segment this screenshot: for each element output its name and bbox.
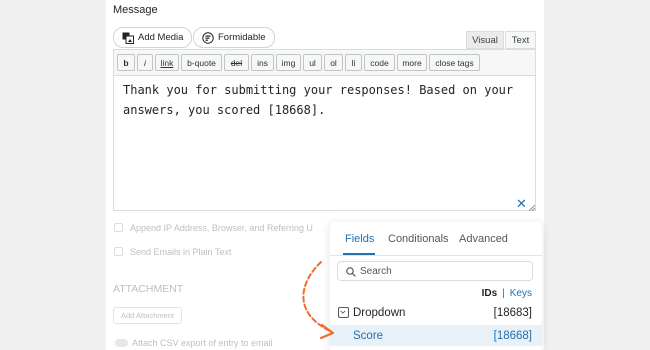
quicktags-toolbar: b i link b-quote del ins img ul ol li co…: [114, 50, 535, 76]
ids-option[interactable]: IDs: [482, 288, 498, 299]
qt-link-button[interactable]: link: [155, 54, 179, 71]
qt-li-button[interactable]: li: [345, 54, 362, 71]
add-media-label: Add Media: [138, 32, 184, 43]
qt-del-button[interactable]: del: [224, 54, 249, 71]
field-name: Dropdown: [353, 306, 406, 319]
tab-fields[interactable]: Fields: [345, 233, 374, 245]
fields-popup: Fields Conditionals Advanced IDs | Keys …: [330, 222, 542, 350]
qt-ul-button[interactable]: ul: [303, 54, 322, 71]
tab-advanced[interactable]: Advanced: [459, 233, 508, 245]
ids-keys-separator: |: [502, 288, 505, 299]
keys-option[interactable]: Keys: [510, 288, 532, 299]
resize-handle-icon[interactable]: [528, 204, 535, 211]
qt-close-tags-button[interactable]: close tags: [429, 54, 480, 71]
tabs-divider: [330, 255, 542, 256]
ids-keys-toggle: IDs | Keys: [482, 288, 532, 299]
qt-bold-button[interactable]: b: [117, 54, 135, 71]
field-id: [18683]: [493, 306, 532, 319]
add-media-icon: [122, 32, 134, 44]
dropdown-field-icon: [338, 307, 349, 318]
qt-code-button[interactable]: code: [364, 54, 395, 71]
message-editor[interactable]: b i link b-quote del ins img ul ol li co…: [113, 49, 536, 211]
qt-bquote-button[interactable]: b-quote: [181, 54, 222, 71]
qt-italic-button[interactable]: i: [137, 54, 153, 71]
tab-visual[interactable]: Visual: [466, 31, 504, 49]
search-input[interactable]: [360, 264, 525, 278]
field-id: [18668]: [493, 329, 532, 342]
field-name: Score: [353, 329, 384, 342]
attachment-heading: ATTACHMENT: [113, 283, 184, 295]
qt-img-button[interactable]: img: [276, 54, 301, 71]
plain-text-checkbox[interactable]: [114, 247, 123, 256]
qt-ins-button[interactable]: ins: [251, 54, 274, 71]
plain-text-label: Send Emails in Plain Text: [130, 247, 232, 257]
formidable-button[interactable]: Formidable: [193, 27, 275, 48]
attach-csv-toggle[interactable]: [115, 339, 128, 347]
append-ip-label: Append IP Address, Browser, and Referrin…: [130, 223, 313, 233]
field-row-dropdown[interactable]: Dropdown [18683]: [330, 302, 542, 323]
search-icon: [346, 267, 356, 277]
append-ip-checkbox[interactable]: [114, 223, 123, 232]
close-icon[interactable]: ✕: [516, 197, 527, 210]
field-search[interactable]: [337, 261, 533, 281]
qt-more-button[interactable]: more: [397, 54, 427, 71]
attach-csv-label: Attach CSV export of entry to email: [132, 338, 273, 348]
tab-conditionals[interactable]: Conditionals: [388, 233, 449, 245]
qt-ol-button[interactable]: ol: [324, 54, 343, 71]
field-row-score[interactable]: Score [18668]: [330, 325, 542, 346]
tab-text[interactable]: Text: [505, 31, 536, 49]
add-media-button[interactable]: Add Media: [113, 27, 193, 48]
formidable-icon: [202, 31, 214, 44]
message-label: Message: [113, 4, 158, 16]
editor-content[interactable]: Thank you for submitting your responses!…: [123, 80, 518, 120]
formidable-label: Formidable: [218, 32, 266, 43]
add-attachment-button[interactable]: Add Attachment: [113, 307, 182, 324]
